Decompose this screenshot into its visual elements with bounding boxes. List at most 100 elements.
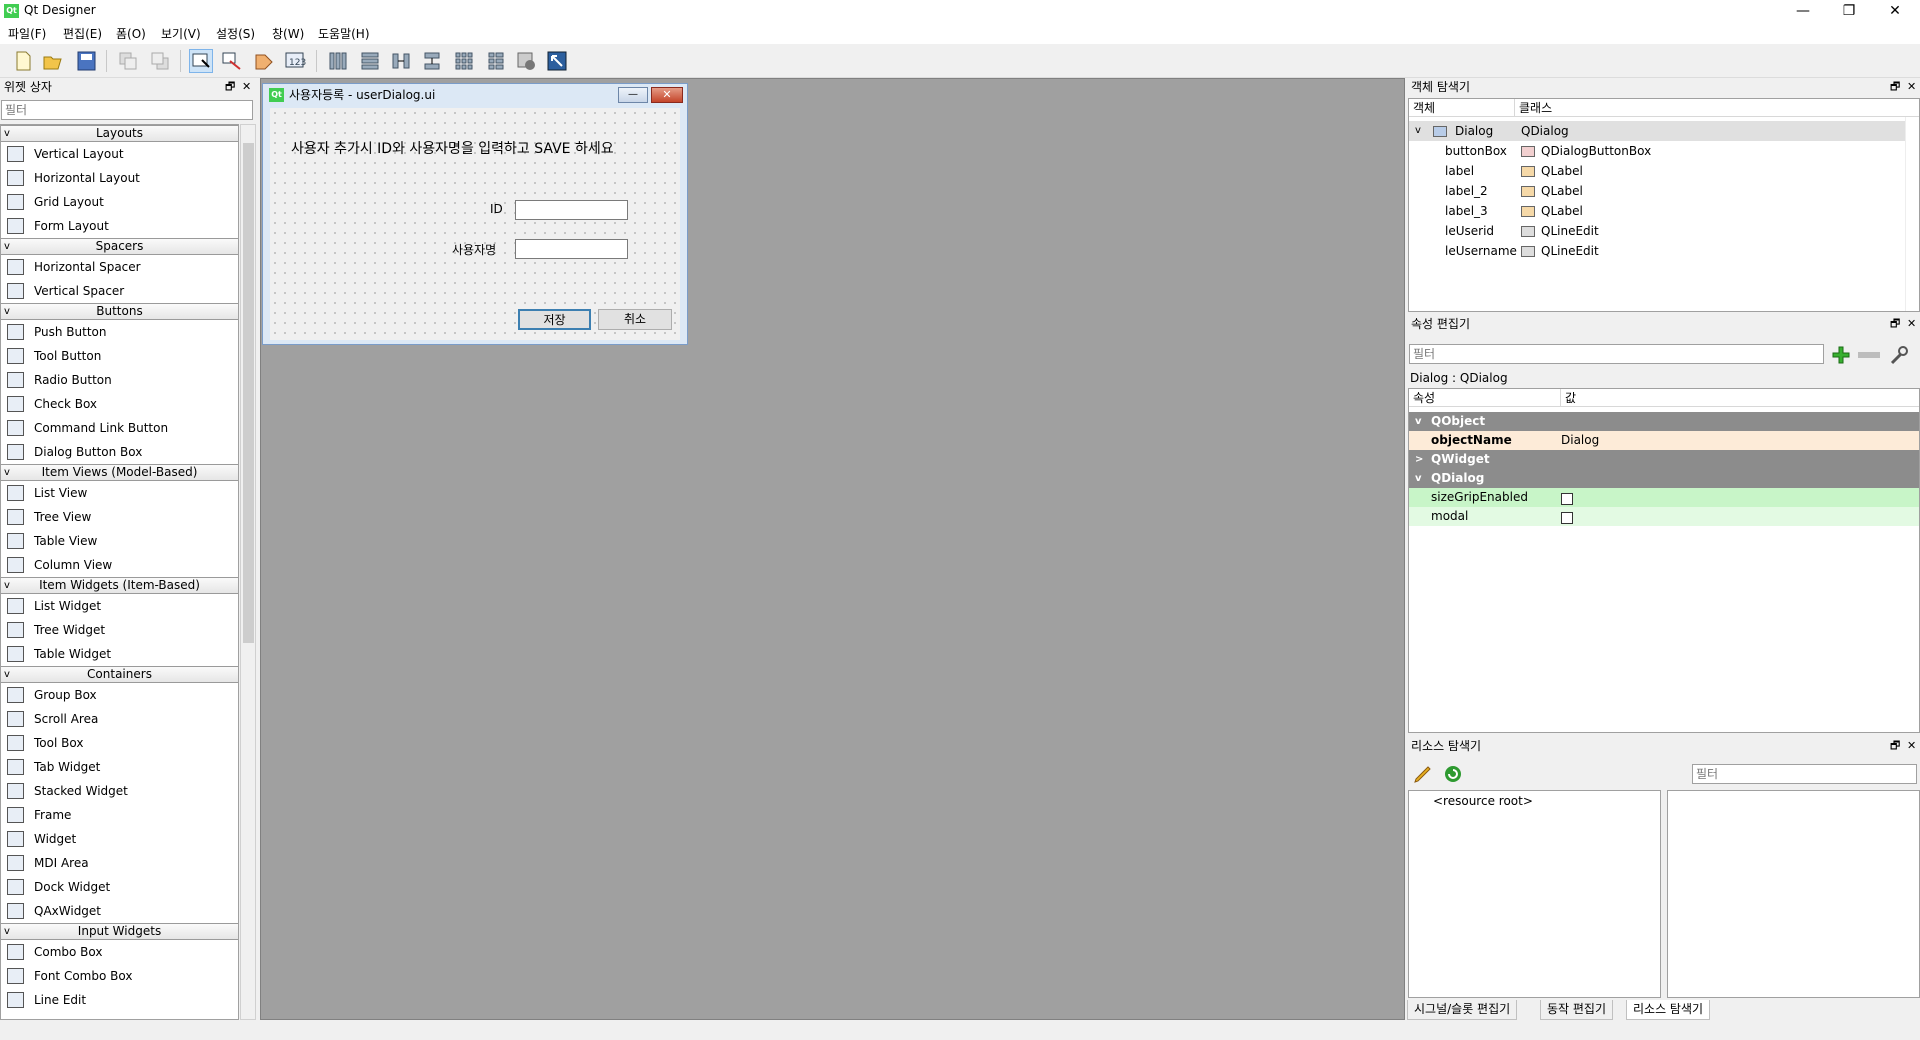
menu-window[interactable]: 창(W) xyxy=(272,25,304,42)
menu-help[interactable]: 도움말(H) xyxy=(318,25,370,42)
category-header[interactable]: v Input Widgets xyxy=(1,923,238,940)
widget-list-scrollbar[interactable] xyxy=(240,124,256,1020)
chevron-down-icon[interactable]: v xyxy=(1415,121,1421,141)
cancel-button[interactable]: 취소 xyxy=(598,309,672,330)
form-minimize-button[interactable]: — xyxy=(618,87,648,103)
group-qobject[interactable]: v QObject xyxy=(1409,412,1919,431)
category-header[interactable]: v Item Views (Model-Based) xyxy=(1,464,238,481)
resource-root-item[interactable]: <resource root> xyxy=(1433,791,1533,811)
id-label[interactable]: ID xyxy=(490,202,503,216)
chevron-right-icon[interactable]: > xyxy=(1415,450,1423,469)
widget-box-filter-input[interactable]: 필터 xyxy=(1,100,253,120)
layout-horizontal-icon[interactable] xyxy=(326,49,350,73)
chevron-down-icon[interactable]: v xyxy=(4,239,10,254)
tree-row[interactable]: label_2 QLabel xyxy=(1409,181,1905,201)
prop-objectname-row[interactable]: objectName Dialog xyxy=(1409,431,1919,450)
widget-item[interactable]: Tool Box xyxy=(1,731,238,755)
modal-checkbox[interactable] xyxy=(1561,507,1573,526)
property-filter-input[interactable]: 필터 xyxy=(1409,344,1824,364)
col-class-header[interactable]: 클래스 xyxy=(1515,99,1919,117)
col-value-header[interactable]: 값 xyxy=(1561,389,1919,407)
menu-form[interactable]: 폼(O) xyxy=(116,25,146,42)
tree-row[interactable]: buttonBox QDialogButtonBox xyxy=(1409,141,1905,161)
close-icon[interactable]: ✕ xyxy=(1907,737,1916,755)
widget-item[interactable]: Vertical Spacer xyxy=(1,279,238,303)
reload-icon[interactable] xyxy=(1442,763,1464,785)
save-button[interactable]: 저장 xyxy=(518,309,591,330)
tree-scrollbar[interactable] xyxy=(1905,117,1919,311)
chevron-down-icon[interactable]: v xyxy=(1415,469,1422,488)
close-icon[interactable]: ✕ xyxy=(1907,315,1916,333)
category-header[interactable]: v Layouts xyxy=(1,125,238,142)
widget-item[interactable]: Group Box xyxy=(1,683,238,707)
configure-icon[interactable] xyxy=(1888,344,1910,366)
bring-to-front-icon[interactable] xyxy=(148,49,172,73)
widget-item[interactable]: Push Button xyxy=(1,320,238,344)
category-header[interactable]: v Buttons xyxy=(1,303,238,320)
chevron-down-icon[interactable]: v xyxy=(4,126,10,141)
chevron-down-icon[interactable]: v xyxy=(4,304,10,319)
widget-item[interactable]: List Widget xyxy=(1,594,238,618)
heading-label[interactable]: 사용자 추가시 ID와 사용자명을 입력하고 SAVE 하세요 xyxy=(291,138,614,158)
edit-widgets-icon[interactable] xyxy=(189,49,213,73)
tree-row[interactable]: label QLabel xyxy=(1409,161,1905,181)
edit-signals-slots-icon[interactable] xyxy=(220,49,244,73)
widget-item[interactable]: Combo Box xyxy=(1,940,238,964)
new-file-icon[interactable] xyxy=(11,49,35,73)
widget-item[interactable]: Horizontal Spacer xyxy=(1,255,238,279)
sizegrip-checkbox[interactable] xyxy=(1561,488,1573,507)
username-input[interactable] xyxy=(515,239,628,259)
col-object-header[interactable]: 객체 xyxy=(1409,99,1515,117)
float-icon[interactable]: 🗗 xyxy=(1890,78,1900,96)
chevron-down-icon[interactable]: v xyxy=(4,924,10,939)
layout-form-icon[interactable] xyxy=(484,49,508,73)
widget-item[interactable]: Line Edit xyxy=(1,988,238,1012)
widget-item[interactable]: Table View xyxy=(1,529,238,553)
break-layout-icon[interactable] xyxy=(514,49,538,73)
menu-view[interactable]: 보기(V) xyxy=(161,25,201,42)
form-close-button[interactable]: ✕ xyxy=(651,87,683,103)
resource-filter-input[interactable]: 필터 xyxy=(1692,764,1917,784)
tree-row-dialog[interactable]: v Dialog QDialog xyxy=(1409,121,1905,141)
widget-item[interactable]: Grid Layout xyxy=(1,190,238,214)
tab-action-editor[interactable]: 동작 편집기 xyxy=(1540,1000,1614,1020)
tab-resource-browser[interactable]: 리소스 탐색기 xyxy=(1626,1000,1711,1020)
userid-input[interactable] xyxy=(515,200,628,220)
layout-vertical-icon[interactable] xyxy=(358,49,382,73)
float-icon[interactable]: 🗗 xyxy=(1890,737,1900,755)
menu-file[interactable]: 파일(F) xyxy=(8,25,46,42)
widget-item[interactable]: List View xyxy=(1,481,238,505)
widget-item[interactable]: Table Widget xyxy=(1,642,238,666)
widget-item[interactable]: Horizontal Layout xyxy=(1,166,238,190)
open-folder-icon[interactable] xyxy=(41,49,65,73)
remove-property-icon[interactable] xyxy=(1858,352,1880,358)
group-qwidget[interactable]: > QWidget xyxy=(1409,450,1919,469)
category-header[interactable]: v Spacers xyxy=(1,238,238,255)
widget-item[interactable]: Radio Button xyxy=(1,368,238,392)
close-button[interactable]: ✕ xyxy=(1872,0,1918,22)
edit-resources-icon[interactable] xyxy=(1412,763,1434,785)
chevron-down-icon[interactable]: v xyxy=(4,465,10,480)
adjust-size-icon[interactable] xyxy=(545,49,569,73)
tree-row[interactable]: leUserid QLineEdit xyxy=(1409,221,1905,241)
float-icon[interactable]: 🗗 xyxy=(225,78,235,96)
menu-settings[interactable]: 설정(S) xyxy=(216,25,255,42)
layout-v-splitter-icon[interactable] xyxy=(420,49,444,73)
widget-item[interactable]: Vertical Layout xyxy=(1,142,238,166)
send-to-back-icon[interactable] xyxy=(116,49,140,73)
form-canvas[interactable]: 사용자 추가시 ID와 사용자명을 입력하고 SAVE 하세요 ID 사용자명 … xyxy=(270,108,680,340)
widget-item[interactable]: MDI Area xyxy=(1,851,238,875)
scrollbar-thumb[interactable] xyxy=(243,143,254,643)
group-qdialog[interactable]: v QDialog xyxy=(1409,469,1919,488)
restore-button[interactable]: ❐ xyxy=(1826,0,1872,22)
chevron-down-icon[interactable]: v xyxy=(4,578,10,593)
widget-item[interactable]: Widget xyxy=(1,827,238,851)
category-header[interactable]: v Item Widgets (Item-Based) xyxy=(1,577,238,594)
float-icon[interactable]: 🗗 xyxy=(1890,315,1900,333)
tab-signal-slot-editor[interactable]: 시그널/슬롯 편집기 xyxy=(1407,1000,1518,1020)
widget-item[interactable]: QAxWidget xyxy=(1,899,238,923)
tree-row[interactable]: leUsername QLineEdit xyxy=(1409,241,1905,261)
edit-buddies-icon[interactable] xyxy=(252,49,276,73)
chevron-down-icon[interactable]: v xyxy=(1415,412,1422,431)
widget-item[interactable]: Column View xyxy=(1,553,238,577)
